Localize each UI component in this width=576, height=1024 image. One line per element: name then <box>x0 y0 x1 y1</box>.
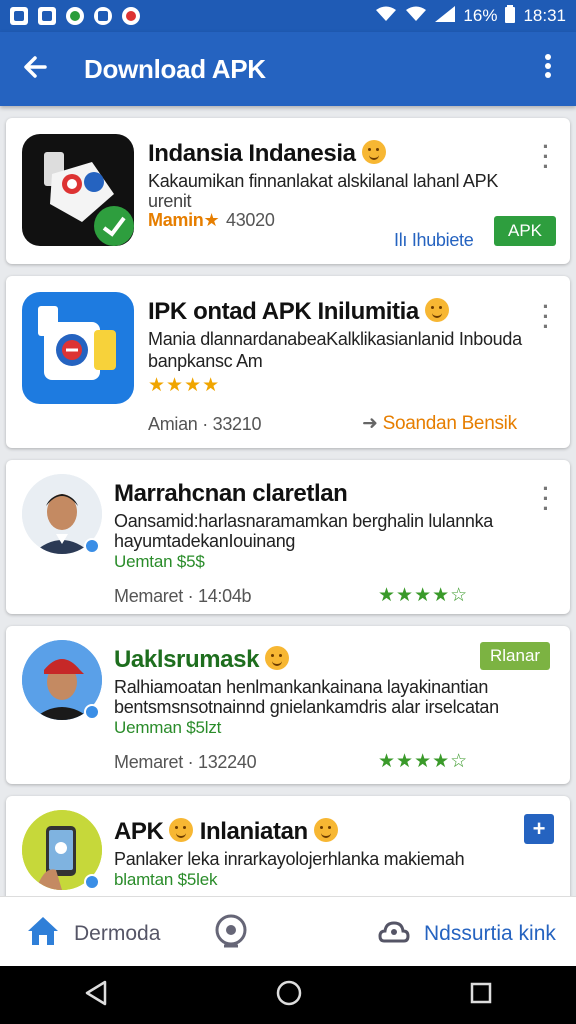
smile-emoji-icon <box>313 818 338 842</box>
info-link[interactable]: Ilı Ihubiete <box>394 230 474 251</box>
home-circle-icon[interactable] <box>275 979 303 1012</box>
list-item[interactable]: Indansia Indanesia Kakaumikan finnanlaka… <box>6 118 570 264</box>
item-meta: Memaret · 14:04b <box>114 586 252 606</box>
list-item[interactable]: IPK ontad APK Inilumitia Mania dlannarda… <box>6 276 570 448</box>
app-title: Indansia Indanesia <box>148 140 386 168</box>
smile-emoji-icon <box>169 818 194 842</box>
app-thumbnail <box>22 134 134 246</box>
item-title: APK Inlaniatan <box>114 818 338 846</box>
list-item[interactable]: APK Inlaniatan + Panlaker leka inrarkayo… <box>6 796 570 896</box>
wifi-icon <box>375 6 397 27</box>
smile-emoji-icon <box>424 298 449 322</box>
cloud-user-icon <box>378 915 410 953</box>
smile-emoji-icon <box>361 140 386 164</box>
wifi-icon-2 <box>405 6 427 27</box>
card-menu-icon[interactable]: · · · <box>534 136 558 178</box>
price-label: Uemman $5lzt <box>114 718 222 737</box>
app-description-line2: banpkansc Am <box>148 351 263 371</box>
price-label: Uemtan $5$ <box>114 552 205 571</box>
card-menu-icon[interactable]: · · · <box>534 296 558 338</box>
app-description-line2: urenit <box>148 191 192 211</box>
smile-emoji-icon <box>265 646 290 670</box>
apk-download-button[interactable]: APK <box>494 216 557 246</box>
alert-notification-icon <box>122 7 140 25</box>
record-notification-icon <box>94 7 112 25</box>
card-menu-icon[interactable]: · · · <box>534 478 558 520</box>
share-arrow-icon: ➜ <box>362 413 383 434</box>
home-icon <box>26 915 60 953</box>
download-count: 43020 <box>226 210 275 230</box>
nav-home-label: Dermoda <box>74 922 161 945</box>
nav-home[interactable]: Dermoda <box>26 915 160 953</box>
app-description: Mania dlannardanabeaKalklikasianlanid In… <box>148 329 522 349</box>
item-description: Oansamid:harlasnaramamkan berghalin lula… <box>114 511 494 531</box>
verified-badge-icon <box>84 704 100 720</box>
system-navigation-bar <box>0 966 576 1024</box>
app-description: Kakaumikan finnanlakat alskilanal lahanl… <box>148 171 499 191</box>
star-rating: ★★★★☆ <box>378 751 469 772</box>
verified-badge-icon <box>84 874 100 890</box>
item-title: Uaklsrumask <box>114 646 290 674</box>
item-meta: Memaret · 132240 <box>114 752 257 772</box>
share-action[interactable]: ➜ Soandan Bensik <box>362 412 517 435</box>
item-description: Ralhiamoatan henlmankankainana layakinan… <box>114 677 489 697</box>
gallery-notification-icon <box>38 7 56 25</box>
image-notification-icon <box>10 7 28 25</box>
nav-explore[interactable] <box>214 913 248 957</box>
list-item[interactable]: Uaklsrumask Rlanar Ralhiamoatan henlmank… <box>6 626 570 784</box>
apk-list: Indansia Indanesia Kakaumikan finnanlaka… <box>0 106 576 896</box>
star-rating: ★★★★ <box>148 375 221 396</box>
item-description-line2: bentsmsnsotnainnd gnielankamdris alar ir… <box>114 697 499 717</box>
app-notification-icon <box>66 7 84 25</box>
chart-icon: Ilı <box>394 230 412 250</box>
bottom-navigation: Dermoda Ndssurtia kink <box>0 896 576 966</box>
add-button[interactable]: + <box>524 814 554 844</box>
battery-icon <box>505 4 516 28</box>
star-rating: ★★★★☆ <box>378 585 469 606</box>
status-badge: Rlanar <box>480 642 551 670</box>
item-description-line2: hayumtadekanIouinang <box>114 531 296 551</box>
nav-share-label: Ndssurtia kink <box>424 922 556 945</box>
recents-square-icon[interactable] <box>469 981 493 1010</box>
back-arrow-icon[interactable] <box>0 53 70 86</box>
status-bar: 16% 18:31 <box>0 0 576 32</box>
nav-share[interactable]: Ndssurtia kink <box>378 915 556 953</box>
overflow-menu-icon[interactable] <box>520 53 576 86</box>
app-title: IPK ontad APK Inilumitia <box>148 298 449 326</box>
back-triangle-icon[interactable] <box>83 979 109 1012</box>
signal-icon <box>435 5 456 27</box>
compass-icon <box>214 913 248 957</box>
app-bar: Download APK <box>0 32 576 106</box>
clock: 18:31 <box>523 6 566 25</box>
verified-badge-icon <box>84 538 100 554</box>
page-title: Download APK <box>84 53 266 84</box>
item-title: Marrahcnan claretlan <box>114 480 348 507</box>
app-meta: Amian · 33210 <box>148 414 262 434</box>
battery-percent: 16% <box>463 6 498 25</box>
item-description: Panlaker leka inrarkayolojerhlanka makie… <box>114 849 465 869</box>
app-thumbnail <box>22 292 134 404</box>
rating-label: Mamin★ <box>148 210 220 230</box>
list-item[interactable]: Marrahcnan claretlan Oansamid:harlasnara… <box>6 460 570 614</box>
price-label: blamtan $5lek <box>114 870 218 889</box>
